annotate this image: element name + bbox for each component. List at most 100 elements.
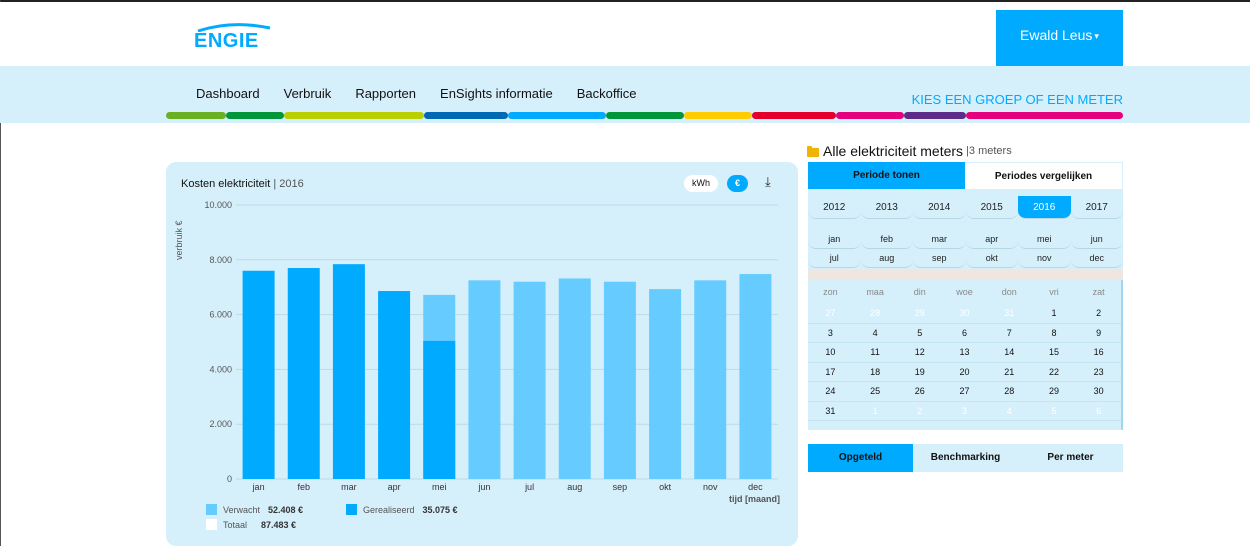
legend-item-totaal: Totaal 87.483 € xyxy=(206,519,296,530)
calendar-week: 24 25 26 27 28 29 30 xyxy=(808,382,1121,402)
user-menu-button[interactable]: Ewald Leus ▾ xyxy=(996,10,1123,67)
calendar-day[interactable]: 28 xyxy=(987,382,1032,401)
calendar-day[interactable]: 27 xyxy=(808,304,853,323)
calendar-day[interactable]: 2 xyxy=(897,402,942,421)
calendar-day[interactable]: 19 xyxy=(897,363,942,382)
weekday-din: din xyxy=(913,287,926,297)
x-tick-label: apr xyxy=(388,482,401,492)
year-2012[interactable]: 2012 xyxy=(808,196,861,219)
month-apr[interactable]: apr xyxy=(965,230,1018,249)
bar-chart: 0 2.000 4.000 6.000 8.000 10.000 jan feb mar apr m… xyxy=(204,200,780,504)
calendar-day[interactable]: 7 xyxy=(987,324,1032,343)
engie-logo[interactable]: ENGIE xyxy=(194,23,274,52)
calendar-day[interactable]: 9 xyxy=(1076,324,1121,343)
month-mar[interactable]: mar xyxy=(913,230,966,249)
calendar-day[interactable]: 8 xyxy=(1032,324,1077,343)
nav-item-rapporten[interactable]: Rapporten xyxy=(355,86,416,101)
calendar-day[interactable]: 30 xyxy=(942,304,987,323)
tab-periodes-vergelijken[interactable]: Periodes vergelijken xyxy=(965,162,1123,189)
legend-value: 35.075 € xyxy=(422,504,458,515)
calendar-day[interactable]: 4 xyxy=(987,402,1032,421)
calendar-day[interactable]: 23 xyxy=(1076,363,1121,382)
calendar-day[interactable]: 10 xyxy=(808,343,853,362)
chevron-down-icon: ▾ xyxy=(1094,30,1099,41)
calendar-day[interactable]: 2 xyxy=(1076,304,1121,323)
calendar-day[interactable]: 31 xyxy=(808,402,853,421)
day-calendar: zon maa din woe don vri zat 27 28 29 30 31 1 2 3 4 5 6 7 8 9… xyxy=(808,280,1123,430)
header: ENGIE Ewald Leus ▾ xyxy=(0,2,1250,67)
month-feb[interactable]: feb xyxy=(860,230,913,249)
calendar-day[interactable]: 14 xyxy=(987,343,1032,362)
calendar-day[interactable]: 26 xyxy=(897,382,942,401)
bar-gerealiseerd-jan xyxy=(242,270,275,479)
year-2013[interactable]: 2013 xyxy=(860,196,913,219)
bar-gerealiseerd-mei xyxy=(423,340,456,479)
color-segment xyxy=(226,112,284,119)
bar-verwacht-jun xyxy=(468,280,501,479)
year-2014[interactable]: 2014 xyxy=(913,196,966,219)
calendar-day[interactable]: 22 xyxy=(1032,363,1077,382)
bar-verwacht-aug xyxy=(558,278,591,479)
calendar-day[interactable]: 6 xyxy=(942,324,987,343)
month-aug[interactable]: aug xyxy=(860,249,913,268)
tab-periode-tonen[interactable]: Periode tonen xyxy=(808,162,965,189)
calendar-week: 31 1 2 3 4 5 6 xyxy=(808,402,1121,421)
month-dec[interactable]: dec xyxy=(1070,249,1123,268)
nav-item-verbruik[interactable]: Verbruik xyxy=(284,86,332,101)
tab-opgeteld[interactable]: Opgeteld xyxy=(808,444,913,472)
calendar-day[interactable]: 28 xyxy=(853,304,898,323)
calendar-day[interactable]: 21 xyxy=(987,363,1032,382)
year-2017[interactable]: 2017 xyxy=(1070,196,1123,219)
y-tick-label: 2.000 xyxy=(209,419,232,429)
calendar-day[interactable]: 11 xyxy=(853,343,898,362)
calendar-day[interactable]: 3 xyxy=(942,402,987,421)
calendar-week: 27 28 29 30 31 1 2 xyxy=(808,304,1121,324)
month-sep[interactable]: sep xyxy=(913,249,966,268)
logo-text: ENGIE xyxy=(194,30,259,52)
year-2016[interactable]: 2016 xyxy=(1018,196,1071,219)
calendar-day[interactable]: 31 xyxy=(987,304,1032,323)
calendar-day[interactable]: 16 xyxy=(1076,343,1121,362)
calendar-day[interactable]: 30 xyxy=(1076,382,1121,401)
x-tick-label: jul xyxy=(524,482,534,492)
calendar-day[interactable]: 29 xyxy=(1032,382,1077,401)
y-tick-label: 6.000 xyxy=(209,310,232,320)
calendar-day[interactable]: 4 xyxy=(853,324,898,343)
calendar-day[interactable]: 5 xyxy=(1032,402,1077,421)
x-tick-label: mar xyxy=(341,482,357,492)
calendar-day[interactable]: 5 xyxy=(897,324,942,343)
meters-heading[interactable]: Alle elektriciteit meters | 3 meters xyxy=(807,143,1012,159)
month-nov[interactable]: nov xyxy=(1018,249,1071,268)
nav-item-dashboard[interactable]: Dashboard xyxy=(196,86,260,101)
calendar-day[interactable]: 29 xyxy=(897,304,942,323)
tab-benchmarking[interactable]: Benchmarking xyxy=(913,444,1018,472)
month-jul[interactable]: jul xyxy=(808,249,861,268)
calendar-day[interactable]: 12 xyxy=(897,343,942,362)
month-jan[interactable]: jan xyxy=(808,230,861,249)
weekday-zat: zat xyxy=(1092,287,1105,297)
nav-items: Dashboard Verbruik Rapporten EnSights infor… xyxy=(196,86,661,101)
select-group-or-meter-link[interactable]: KIES EEN GROEP OF EEN METER xyxy=(912,92,1123,107)
calendar-day[interactable]: 15 xyxy=(1032,343,1077,362)
weekday-header: zon maa din woe don vri zat xyxy=(808,280,1121,304)
month-jun[interactable]: jun xyxy=(1070,230,1123,249)
calendar-day[interactable]: 1 xyxy=(853,402,898,421)
year-2015[interactable]: 2015 xyxy=(965,196,1018,219)
color-segment xyxy=(606,112,684,119)
calendar-day[interactable]: 1 xyxy=(1032,304,1077,323)
calendar-day[interactable]: 25 xyxy=(853,382,898,401)
calendar-day[interactable]: 6 xyxy=(1076,402,1121,421)
calendar-day[interactable]: 20 xyxy=(942,363,987,382)
month-okt[interactable]: okt xyxy=(965,249,1018,268)
calendar-day[interactable]: 27 xyxy=(942,382,987,401)
calendar-day[interactable]: 13 xyxy=(942,343,987,362)
calendar-day[interactable]: 3 xyxy=(808,324,853,343)
calendar-day[interactable]: 24 xyxy=(808,382,853,401)
x-tick-label: jun xyxy=(477,482,490,492)
tab-per-meter[interactable]: Per meter xyxy=(1018,444,1123,472)
nav-item-backoffice[interactable]: Backoffice xyxy=(577,86,637,101)
calendar-day[interactable]: 17 xyxy=(808,363,853,382)
calendar-day[interactable]: 18 xyxy=(853,363,898,382)
month-mei[interactable]: mei xyxy=(1018,230,1071,249)
nav-item-ensights-informatie[interactable]: EnSights informatie xyxy=(440,86,553,101)
